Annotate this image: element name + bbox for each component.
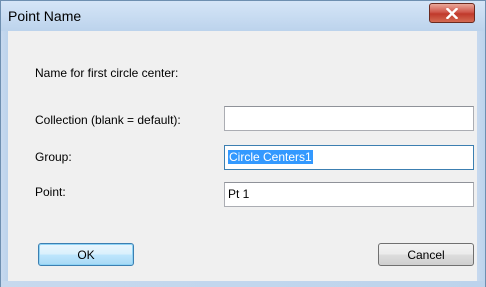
- window-frame-bottom: [1, 281, 485, 287]
- cancel-button[interactable]: Cancel: [378, 243, 474, 266]
- point-field[interactable]: Pt 1: [224, 182, 474, 207]
- prompt-label: Name for first circle center:: [35, 66, 179, 80]
- ok-button-label: OK: [77, 247, 95, 262]
- window-title: Point Name: [8, 8, 82, 24]
- collection-field[interactable]: [224, 106, 474, 131]
- collection-label: Collection (blank = default):: [35, 113, 181, 127]
- window-frame-right: [477, 31, 485, 287]
- title-bar[interactable]: Point Name: [1, 1, 485, 31]
- point-label: Point:: [35, 185, 66, 199]
- point-field-value: Pt 1: [228, 187, 250, 201]
- close-button[interactable]: [429, 3, 475, 23]
- dialog-client-area: Name for first circle center: Collection…: [8, 31, 477, 281]
- window-frame-left: [1, 31, 8, 287]
- point-name-dialog: Point Name Name for first circle center:…: [0, 0, 486, 287]
- group-label: Group:: [35, 150, 72, 164]
- cancel-button-label: Cancel: [407, 247, 445, 262]
- group-field[interactable]: Circle Centers1: [224, 145, 474, 170]
- group-field-value: Circle Centers1: [228, 150, 313, 164]
- ok-button[interactable]: OK: [38, 243, 134, 266]
- close-x-icon: [446, 7, 458, 19]
